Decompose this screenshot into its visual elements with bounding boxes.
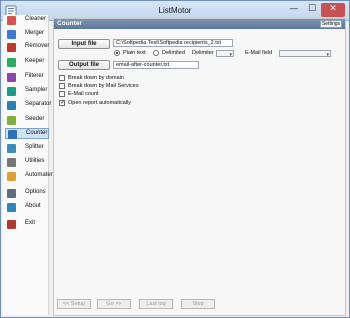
delimiter-select[interactable]: ▾ [216, 50, 234, 58]
sidebar-item-label: Exit [25, 220, 36, 226]
minimize-button[interactable]: — [285, 3, 303, 17]
sidebar-item-label: Merger [25, 30, 45, 36]
sidebar-item-about[interactable]: About [5, 202, 49, 213]
automate-icon [7, 172, 16, 181]
exit-icon [7, 220, 16, 229]
output-file-field[interactable]: email-after-counter.txt [113, 61, 199, 69]
sidebar-item-counter[interactable]: Counter [5, 128, 49, 139]
input-file-field[interactable]: C:\Softpedia Test\Softpedia recipients_2… [113, 39, 233, 47]
counter-icon [8, 130, 17, 139]
sidebar-item-sampler[interactable]: Sampler [5, 86, 49, 97]
app-window: ListMotor — ☐ ✕ Cleaner Merger Remover K… [0, 0, 350, 318]
sample-icon [7, 87, 16, 96]
sidebar-item-label: Separator [25, 101, 52, 107]
sidebar-item-cleaner[interactable]: Cleaner [5, 15, 49, 26]
sidebar-item-label: Counter [26, 130, 48, 136]
stop-button[interactable]: Stop [181, 299, 215, 309]
break-down-mail-services-label: Break down by Mail Services [68, 83, 139, 89]
open-report-checkbox[interactable] [59, 99, 65, 106]
sidebar-item-label: Automater [25, 172, 53, 178]
sidebar-item-utilities[interactable]: Utilities [5, 157, 49, 168]
seed-icon [7, 116, 16, 125]
sidebar-item-separator[interactable]: Separator [5, 100, 52, 111]
sidebar-item-splitter[interactable]: Splitter [5, 143, 49, 154]
sidebar-item-label: Utilities [25, 158, 45, 164]
go-button[interactable]: Go >> [97, 299, 131, 309]
delimited-label: Delimited [162, 50, 185, 56]
plain-text-radio[interactable] [114, 50, 120, 56]
last-log-button[interactable]: Last log [139, 299, 173, 309]
sidebar-item-label: About [25, 203, 41, 209]
sidebar-item-automater[interactable]: Automater [5, 171, 53, 182]
sidebar-item-exit[interactable]: Exit [5, 219, 49, 230]
plain-text-label: Plain text [123, 50, 146, 56]
sidebar-item-label: Splitter [25, 144, 44, 150]
email-count-checkbox[interactable] [59, 91, 65, 97]
panel-title: Counter [57, 20, 82, 27]
email-field-select[interactable]: ▾ [279, 50, 331, 58]
email-field-label: E-Mail field [245, 50, 273, 56]
filter-icon [7, 73, 16, 82]
panel-header: Counter Settings [54, 19, 345, 29]
sidebar-item-label: Sampler [25, 87, 48, 93]
delimiter-label: Delimiter [192, 50, 214, 56]
sidebar: Cleaner Merger Remover Keeper Filterer S… [3, 15, 53, 315]
open-report-label: Open report automatically [68, 100, 131, 106]
maximize-button[interactable]: ☐ [303, 3, 321, 17]
sidebar-item-label: Remover [25, 43, 50, 49]
delimited-radio[interactable] [153, 50, 159, 56]
sidebar-item-label: Keeper [25, 58, 45, 64]
sidebar-item-keeper[interactable]: Keeper [5, 57, 49, 68]
broom-icon [7, 16, 16, 25]
about-icon [7, 203, 16, 212]
split-icon [7, 144, 16, 153]
email-count-label: E-Mail count [68, 91, 99, 97]
chevron-down-icon: ▾ [229, 52, 232, 58]
sidebar-item-options[interactable]: Options [5, 188, 49, 199]
remove-icon [7, 43, 16, 52]
close-button[interactable]: ✕ [321, 3, 345, 17]
sidebar-item-filterer[interactable]: Filterer [5, 72, 49, 83]
sidebar-item-label: Filterer [25, 73, 44, 79]
sidebar-item-label: Cleaner [25, 16, 47, 22]
sidebar-item-merger[interactable]: Merger [5, 29, 49, 40]
merge-icon [7, 30, 16, 39]
break-down-domain-label: Break down by domain [68, 75, 124, 81]
keep-icon [7, 58, 16, 67]
break-down-domain-checkbox[interactable] [59, 75, 65, 81]
break-down-mail-services-checkbox[interactable] [59, 83, 65, 89]
chevron-down-icon: ▾ [326, 52, 329, 58]
setup-button[interactable]: << Setup [57, 299, 91, 309]
separate-icon [7, 101, 16, 110]
tools-icon [7, 158, 16, 167]
sidebar-item-label: Options [25, 189, 46, 195]
sidebar-item-remover[interactable]: Remover [5, 42, 49, 53]
sidebar-item-label: Seeder [25, 116, 45, 122]
options-icon [7, 189, 16, 198]
counter-panel: Counter Settings Input file C:\Softpedia… [53, 18, 346, 316]
settings-button[interactable]: Settings [320, 20, 342, 28]
sidebar-item-seeder[interactable]: Seeder [5, 115, 49, 126]
output-file-button[interactable]: Output file [58, 60, 110, 70]
input-file-button[interactable]: Input file [58, 39, 110, 49]
